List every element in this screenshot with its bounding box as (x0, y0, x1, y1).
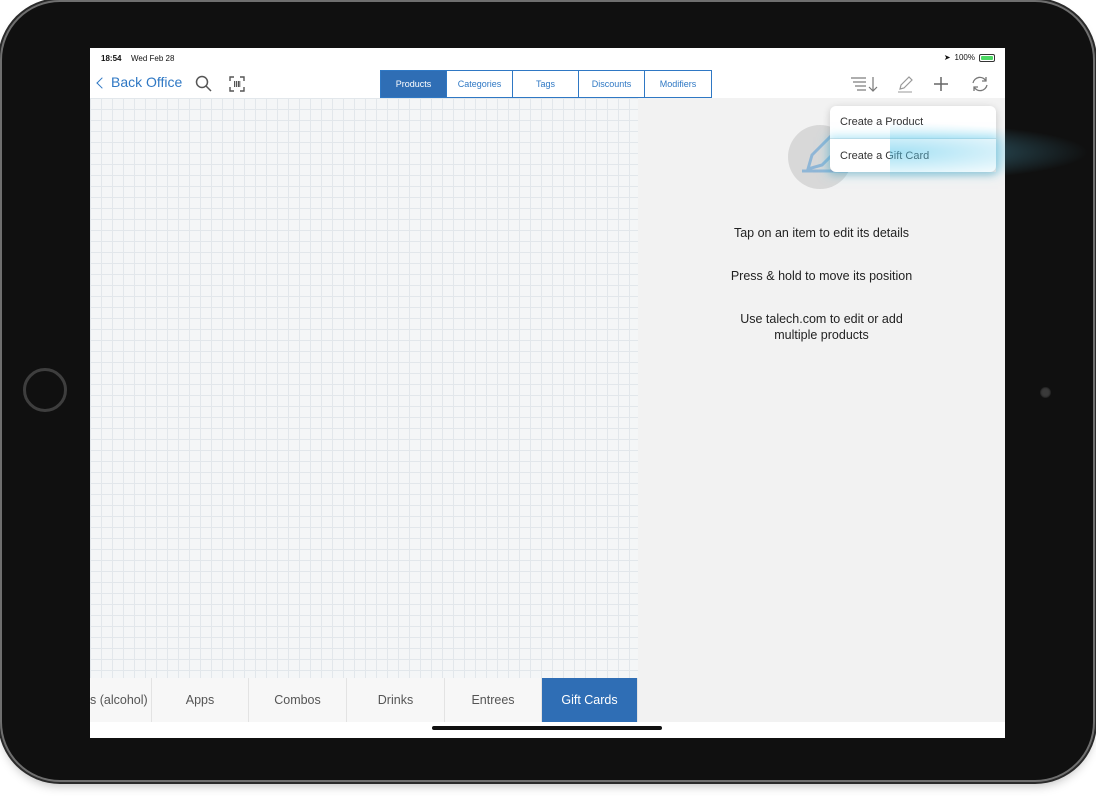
category-tab-apps[interactable]: Apps (152, 678, 249, 722)
detail-panel: Tap on an item to edit its details Press… (638, 98, 1005, 738)
tab-discounts[interactable]: Discounts (579, 71, 645, 97)
sync-icon[interactable] (969, 74, 991, 94)
battery-icon (979, 53, 995, 62)
chevron-left-icon (96, 76, 108, 89)
home-button[interactable] (23, 368, 67, 412)
status-time: 18:54 (101, 54, 122, 63)
location-icon: ➤ (943, 53, 951, 62)
tab-categories[interactable]: Categories (447, 71, 513, 97)
screen: 18:54 Wed Feb 28 ➤ 100% Back Office Prod… (90, 48, 1005, 738)
back-office-button[interactable]: Back Office (96, 74, 183, 90)
barcode-scan-icon[interactable] (227, 74, 247, 94)
home-indicator[interactable] (432, 726, 662, 730)
tab-products[interactable]: Products (381, 71, 447, 97)
section-tabs: Products Categories Tags Discounts Modif… (380, 70, 712, 98)
sort-icon[interactable] (850, 74, 880, 94)
tab-modifiers[interactable]: Modifiers (645, 71, 711, 97)
instruction-hold: Press & hold to move its position (730, 269, 913, 283)
instruction-web-line1: Use talech.com to edit or add (740, 312, 903, 326)
status-right: ➤ 100% (944, 53, 995, 62)
category-tab-drinks[interactable]: Drinks (347, 678, 445, 722)
category-tab-alcohol[interactable]: s (alcohol) (90, 678, 152, 722)
plus-icon[interactable] (931, 74, 951, 94)
tab-tags[interactable]: Tags (513, 71, 579, 97)
edit-icon[interactable] (895, 74, 915, 94)
category-tab-gift-cards[interactable]: Gift Cards (542, 678, 638, 722)
instruction-web-line2: multiple products (774, 328, 869, 342)
category-tab-entrees[interactable]: Entrees (445, 678, 542, 722)
product-grid[interactable] (90, 98, 638, 678)
nav-bar: Back Office Products Categories Tags Dis… (90, 70, 1005, 98)
instruction-tap: Tap on an item to edit its details (733, 226, 910, 240)
camera (1040, 387, 1051, 398)
back-label: Back Office (111, 74, 183, 90)
ipad-frame: 18:54 Wed Feb 28 ➤ 100% Back Office Prod… (2, 2, 1093, 780)
highlight-glow (890, 122, 1090, 182)
category-tabs: s (alcohol) Apps Combos Drinks Entrees G… (90, 678, 638, 722)
category-tab-combos[interactable]: Combos (249, 678, 347, 722)
bottom-safe-area (90, 722, 1005, 738)
status-bar: 18:54 Wed Feb 28 ➤ 100% (90, 48, 1005, 70)
battery-percent: 100% (954, 53, 975, 62)
search-icon[interactable] (194, 74, 214, 94)
status-date: Wed Feb 28 (131, 54, 175, 63)
